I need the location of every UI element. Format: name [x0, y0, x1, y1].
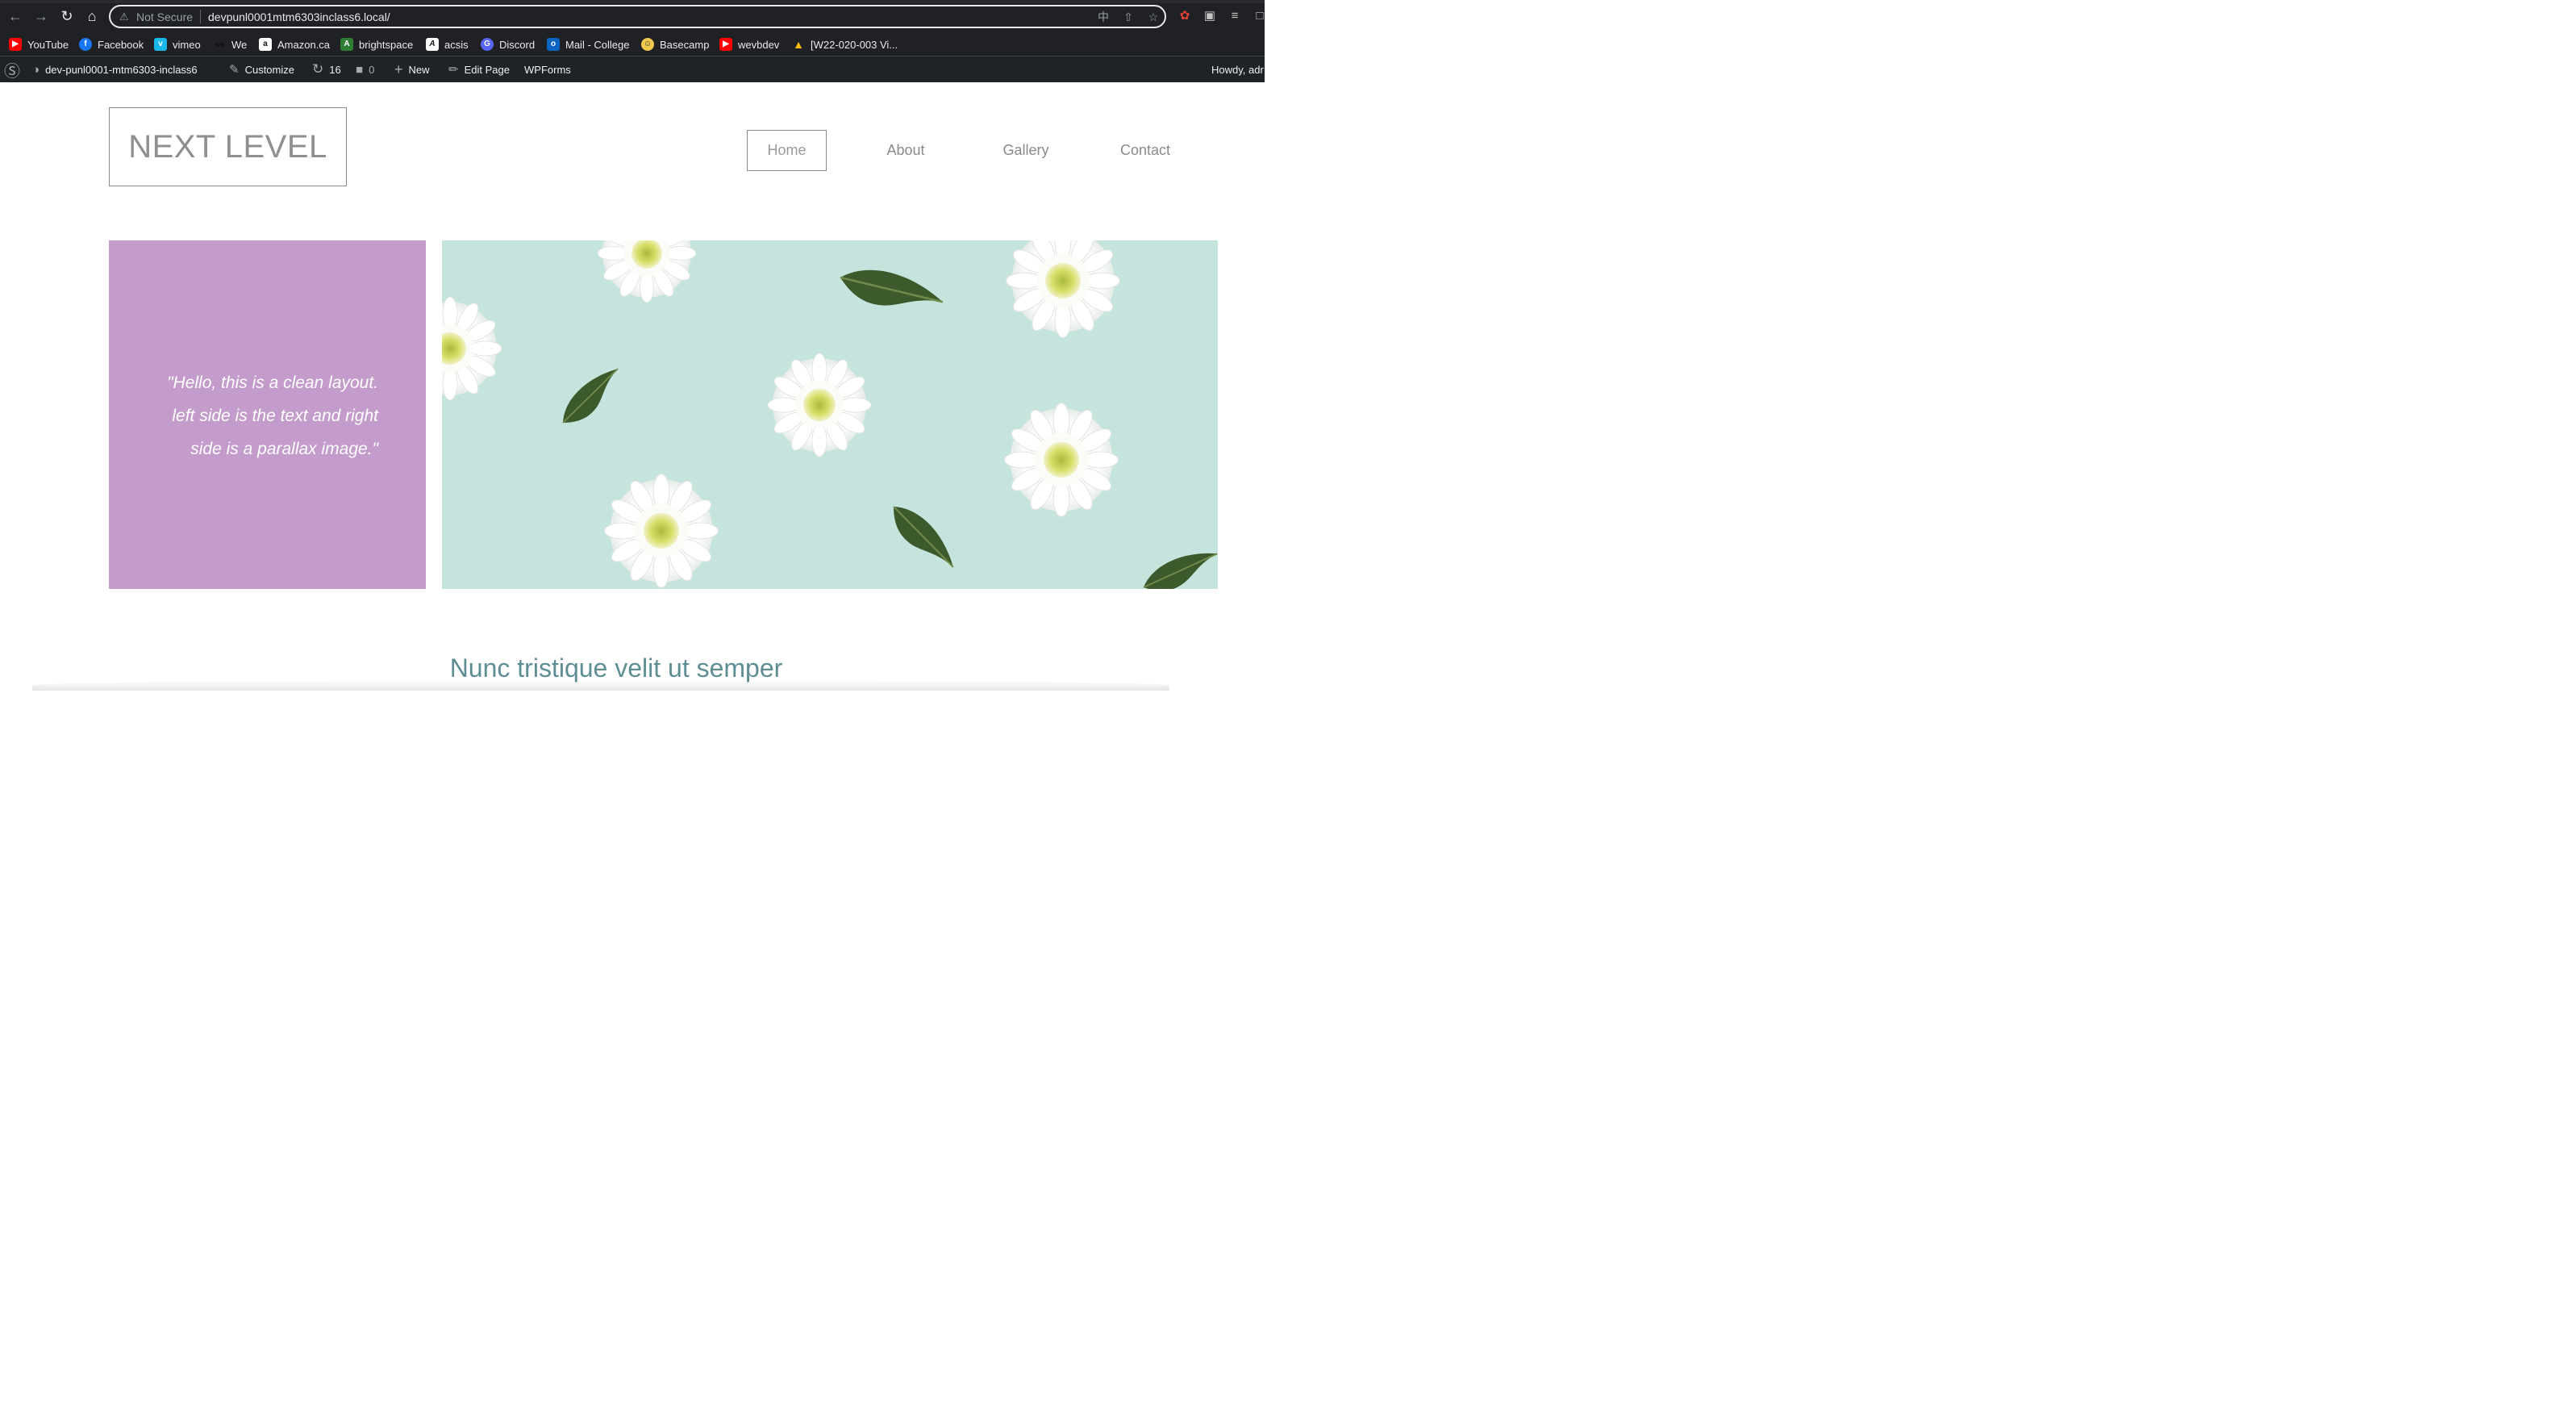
wp-account-menu[interactable]: Howdy, adr: [1211, 56, 1264, 82]
forward-arrow-icon[interactable]: →: [32, 7, 50, 25]
nav-about[interactable]: About: [865, 130, 946, 171]
translate-icon[interactable]: 中: [1096, 10, 1111, 24]
address-bar[interactable]: ⚠ Not Secure devpunl0001mtm6303inclass6.…: [109, 5, 1166, 28]
bookmark-label: Discord: [499, 38, 536, 51]
brightspace-icon: A: [340, 38, 353, 51]
home-icon[interactable]: ⌂: [83, 7, 101, 25]
back-arrow-icon[interactable]: ←: [6, 7, 24, 25]
bookmark-discord[interactable]: G Discord: [481, 35, 535, 53]
youtube-icon: ▶: [9, 38, 22, 51]
bookmark-w22-drive[interactable]: ▲ [W22-020-003 Vi...: [792, 35, 898, 53]
edit-page-label: Edit Page: [464, 63, 510, 76]
customize-label: Customize: [244, 63, 294, 76]
quote-line: left side is the text and right: [172, 407, 378, 425]
bookmark-we[interactable]: we We: [213, 35, 247, 53]
bookmark-label: wevbdev: [738, 38, 780, 51]
tab-strip-edge: [0, 0, 1265, 3]
address-separator: [200, 10, 201, 23]
quote-panel: "Hello, this is a clean layout. left sid…: [109, 240, 426, 589]
bookmark-mail-college[interactable]: o Mail - College: [547, 35, 629, 53]
color-wheel-extension-icon[interactable]: ✿: [1177, 8, 1193, 24]
bookmark-star-icon[interactable]: ☆: [1146, 10, 1161, 24]
bookmark-brightspace[interactable]: A brightspace: [340, 35, 413, 53]
updates-count: 16: [329, 63, 341, 76]
vimeo-icon: v: [154, 38, 167, 51]
nav-contact[interactable]: Contact: [1105, 130, 1186, 171]
facebook-icon: f: [79, 38, 92, 51]
quote-line: side is a parallax image.": [190, 440, 378, 458]
nav-home[interactable]: Home: [747, 130, 827, 171]
bookmark-label: Mail - College: [565, 38, 630, 51]
bookmark-label: brightspace: [359, 38, 414, 51]
url-text[interactable]: devpunl0001mtm6303inclass6.local/: [208, 10, 390, 23]
side-panel-icon[interactable]: □: [1252, 8, 1268, 24]
site-logo[interactable]: NEXT LEVEL: [109, 107, 347, 186]
we-icon: we: [213, 38, 226, 51]
bookmark-label: Facebook: [98, 38, 144, 51]
dashboard-icon: ◑: [32, 62, 40, 77]
nav-gallery[interactable]: Gallery: [986, 130, 1066, 171]
bookmark-label: acsis: [444, 38, 469, 51]
bookmark-label: vimeo: [173, 38, 201, 51]
discord-icon: G: [481, 38, 494, 51]
flowers-illustration: [442, 240, 1218, 589]
drive-icon: ▲: [793, 38, 804, 51]
wp-updates[interactable]: ↻ 16: [312, 56, 341, 82]
bookmark-basecamp[interactable]: ☺ Basecamp: [641, 35, 709, 53]
bookmark-vimeo[interactable]: v vimeo: [154, 35, 201, 53]
scroll-shadow: [32, 680, 1169, 691]
updates-icon: ↻: [312, 61, 324, 77]
reload-icon[interactable]: ↻: [58, 7, 76, 25]
bookmark-label: We: [231, 38, 248, 51]
warning-icon[interactable]: ⚠: [119, 10, 132, 23]
youtube-icon: ▶: [719, 38, 732, 51]
wp-wpforms[interactable]: WPForms: [524, 56, 571, 82]
basecamp-icon: ☺: [641, 38, 654, 51]
comment-bubble-icon: ■: [356, 62, 364, 77]
security-label[interactable]: Not Secure: [136, 10, 193, 23]
bookmark-label: Amazon.ca: [277, 38, 331, 51]
wpforms-label: WPForms: [524, 63, 571, 76]
wp-comments[interactable]: ■ 0: [356, 56, 374, 82]
wordpress-logo-icon: Ⓢ: [4, 62, 20, 81]
brush-icon: ✎: [229, 63, 240, 77]
wp-site-name[interactable]: ◑ dev-punl0001-mtm6303-inclass6: [32, 56, 198, 82]
bookmark-label: YouTube: [27, 38, 69, 51]
reading-list-icon[interactable]: ≡: [1227, 8, 1243, 24]
site-name-label: dev-punl0001-mtm6303-inclass6: [45, 63, 198, 76]
extensions-puzzle-icon[interactable]: ▣: [1202, 8, 1218, 24]
bookmark-label: [W22-020-003 Vi...: [811, 38, 898, 51]
bookmark-wevbdev[interactable]: ▶ wevbdev: [719, 35, 779, 53]
outlook-icon: o: [547, 38, 560, 51]
bookmark-acsis[interactable]: A acsis: [426, 35, 469, 53]
pencil-icon: ✏: [448, 63, 459, 77]
howdy-label: Howdy, adr: [1211, 63, 1264, 76]
quote-line: "Hello, this is a clean layout.: [167, 374, 378, 392]
share-icon[interactable]: ⇧: [1121, 10, 1136, 24]
bookmark-youtube[interactable]: ▶ YouTube: [9, 35, 69, 53]
amazon-icon: a: [259, 38, 272, 51]
bookmark-amazon[interactable]: a Amazon.ca: [259, 35, 330, 53]
wp-new-content[interactable]: + New: [394, 56, 430, 82]
wp-customize[interactable]: ✎ Customize: [229, 56, 294, 82]
wp-edit-page[interactable]: ✏ Edit Page: [448, 56, 510, 82]
quote-text: "Hello, this is a clean layout. left sid…: [141, 366, 378, 466]
wp-logo-menu[interactable]: Ⓢ: [4, 56, 20, 82]
acsis-icon: A: [426, 38, 439, 51]
wp-admin-bar: Ⓢ ◑ dev-punl0001-mtm6303-inclass6 ✎ Cust…: [0, 56, 1265, 82]
parallax-hero-image: [442, 240, 1218, 589]
comments-count: 0: [369, 63, 375, 76]
bookmark-facebook[interactable]: f Facebook: [79, 35, 144, 53]
new-label: New: [408, 63, 430, 76]
bookmark-label: Basecamp: [660, 38, 710, 51]
plus-icon: +: [394, 61, 403, 77]
bookmarks-bar: ▶ YouTube f Facebook v vimeo we We a Ama…: [0, 32, 1265, 56]
browser-toolbar: ← → ↻ ⌂ ⚠ Not Secure devpunl0001mtm6303i…: [0, 0, 1265, 32]
